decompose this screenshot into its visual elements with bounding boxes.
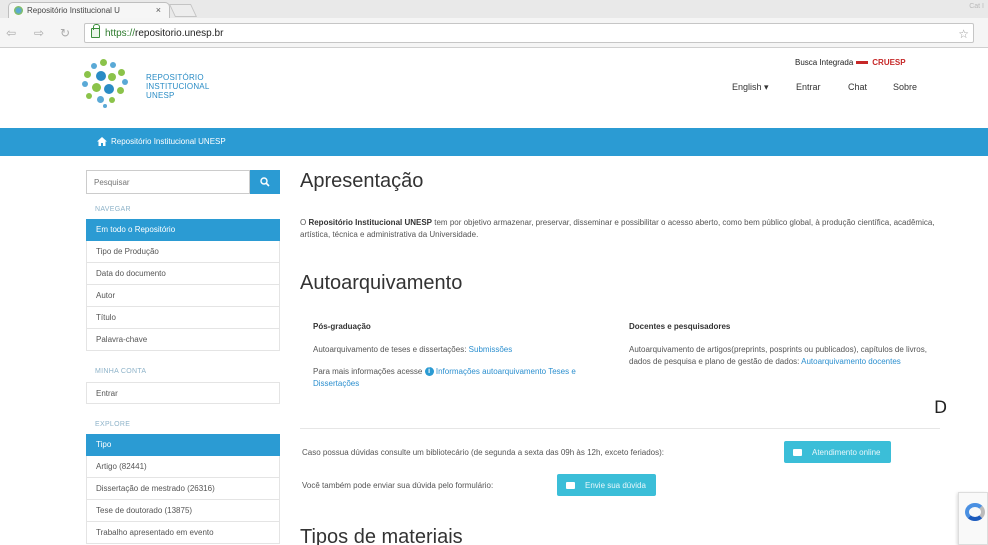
sidebar-item-palavra-chave[interactable]: Palavra-chave (86, 329, 280, 351)
reload-icon[interactable]: ↻ (60, 26, 70, 40)
forward-icon[interactable]: ⇨ (34, 26, 44, 40)
url-protocol: https:// (105, 27, 136, 39)
nav-entrar-link[interactable]: Entrar (796, 82, 821, 92)
lock-icon (91, 24, 100, 38)
envie-duvida-button[interactable]: Envie sua dúvida (557, 474, 656, 496)
cruesp-mark-icon (856, 61, 869, 64)
logo-dots-icon (82, 59, 130, 108)
minha-conta-heading: MINHA CONTA (95, 368, 147, 375)
sidebar-item-trabalho-evento[interactable]: Trabalho apresentado em evento (86, 522, 280, 544)
cruesp-label: CRUESP (872, 58, 906, 67)
repositorio-bold: Repositório Institucional UNESP (308, 218, 433, 227)
window-corner-text: Cat I (969, 3, 984, 10)
navegar-heading: NAVEGAR (95, 206, 131, 213)
envelope-icon (566, 481, 575, 489)
nav-chat-link[interactable]: Chat (848, 82, 867, 92)
tab-title: Repositório Institucional U (27, 6, 120, 15)
sidebar-item-titulo[interactable]: Título (86, 307, 280, 329)
new-tab-button[interactable] (168, 4, 198, 17)
explore-heading: EXPLORE (95, 421, 131, 428)
nav-sobre-link[interactable]: Sobre (893, 82, 917, 92)
bookmark-star-icon[interactable]: ☆ (958, 27, 969, 41)
info-icon: i (424, 367, 434, 377)
stray-glyph: D (934, 398, 948, 418)
sidebar-search (86, 170, 280, 194)
url-input[interactable]: https://repositorio.unesp.br ☆ (84, 23, 974, 43)
docentes-heading: Docentes e pesquisadores (629, 322, 731, 331)
submissoes-link[interactable]: Submissões (469, 345, 513, 354)
recaptcha-badge[interactable] (958, 492, 988, 545)
browser-tab-bar: Repositório Institucional U × Cat I (0, 0, 988, 18)
apresentacao-title: Apresentação (300, 170, 424, 192)
chat-bubble-icon (793, 448, 802, 456)
busca-integrada-link[interactable]: Busca Integrada CRUESP (795, 58, 906, 67)
sidebar-item-dissertacao[interactable]: Dissertação de mestrado (26316) (86, 478, 280, 500)
url-host: repositorio.unesp.br (135, 27, 224, 39)
apresentacao-paragraph: O Repositório Institucional UNESP tem po… (300, 218, 935, 239)
home-icon[interactable] (97, 137, 107, 146)
sidebar-item-tipo-producao[interactable]: Tipo de Produção (86, 241, 280, 263)
atendimento-online-button[interactable]: Atendimento online (784, 441, 891, 463)
sidebar-item-autor[interactable]: Autor (86, 285, 280, 307)
sidebar-item-em-todo[interactable]: Em todo o Repositório (86, 219, 280, 241)
pos-line-info: Para mais informações acesse i Informaçõ… (313, 367, 576, 388)
sidebar-item-artigo[interactable]: Artigo (82441) (86, 456, 280, 478)
docentes-paragraph: Autoarquivamento de artigos(preprints, p… (629, 345, 927, 366)
favicon-icon (14, 6, 23, 15)
caret-down-icon: ▾ (764, 82, 769, 92)
divider (300, 428, 940, 429)
logo-text: REPOSITÓRIO INSTITUCIONAL UNESP (146, 73, 210, 100)
autoarquivamento-docentes-link[interactable]: Autoarquivamento docentes (801, 357, 901, 366)
browser-tab[interactable]: Repositório Institucional U × (8, 2, 170, 18)
address-toolbar: ⇦ ⇨ ↻ https://repositorio.unesp.br ☆ (0, 18, 988, 48)
sidebar-item-tese[interactable]: Tese de doutorado (13875) (86, 500, 280, 522)
site-header: REPOSITÓRIO INSTITUCIONAL UNESP Busca In… (0, 48, 988, 128)
tab-close-icon[interactable]: × (156, 5, 161, 15)
site-logo[interactable]: REPOSITÓRIO INSTITUCIONAL UNESP (80, 57, 240, 113)
autoarquivamento-title: Autoarquivamento (300, 272, 463, 294)
formulario-text: Você também pode enviar sua dúvida pelo … (302, 481, 494, 490)
search-icon (260, 177, 270, 187)
breadcrumb-bar: Repositório Institucional UNESP (0, 128, 988, 156)
language-dropdown[interactable]: English ▾ (732, 82, 769, 93)
busca-label: Busca Integrada (795, 58, 854, 67)
search-input[interactable] (86, 170, 250, 194)
back-icon[interactable]: ⇦ (6, 26, 16, 40)
breadcrumb-home-link[interactable]: Repositório Institucional UNESP (111, 137, 226, 146)
duvidas-text: Caso possua dúvidas consulte um bibliote… (302, 448, 664, 457)
tipos-materiais-title: Tipos de materiais (300, 526, 463, 545)
recaptcha-icon (965, 503, 985, 521)
sidebar-item-tipo[interactable]: Tipo (86, 434, 280, 456)
pos-line-submissoes: Autoarquivamento de teses e dissertações… (313, 345, 513, 354)
search-button[interactable] (250, 170, 280, 194)
sidebar-item-data-documento[interactable]: Data do documento (86, 263, 280, 285)
pos-graduacao-heading: Pós-graduação (313, 322, 371, 331)
sidebar-item-entrar[interactable]: Entrar (86, 382, 280, 404)
